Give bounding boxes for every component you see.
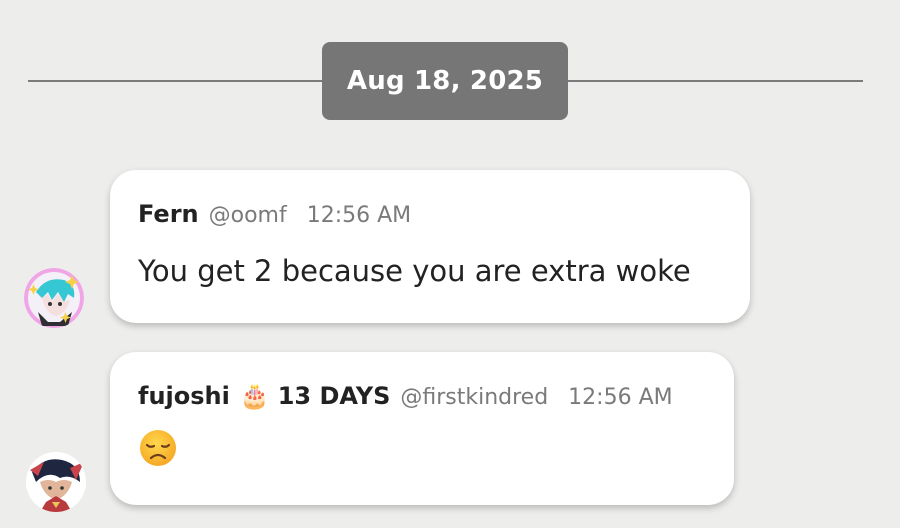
message-bubble[interactable]: fujoshi 🎂 13 DAYS @firstkindred 12:56 AM — [110, 352, 734, 505]
birthday-countdown-badge: 13 DAYS — [277, 382, 391, 410]
message-timestamp: 12:56 AM — [306, 203, 412, 228]
avatar[interactable] — [24, 268, 84, 328]
birthday-cake-icon: 🎂 — [239, 382, 270, 410]
author-name[interactable]: Fern — [138, 200, 199, 228]
anime-character-avatar-icon — [24, 268, 84, 328]
avatar[interactable] — [26, 452, 86, 512]
author-name[interactable]: fujoshi — [138, 382, 230, 410]
date-divider-label: Aug 18, 2025 — [322, 42, 568, 120]
author-handle[interactable]: @oomf — [209, 203, 287, 228]
character-avatar-icon — [26, 452, 86, 512]
disappointed-face-emoji-icon — [138, 428, 178, 468]
message-header: Fern @oomf 12:56 AM — [138, 200, 722, 232]
message-timestamp: 12:56 AM — [568, 385, 673, 410]
message-bubble[interactable]: Fern @oomf 12:56 AM You get 2 because yo… — [110, 170, 750, 323]
message-header: fujoshi 🎂 13 DAYS @firstkindred 12:56 AM — [138, 382, 706, 414]
author-handle[interactable]: @firstkindred — [400, 385, 548, 410]
message-text: You get 2 because you are extra woke — [138, 254, 691, 288]
